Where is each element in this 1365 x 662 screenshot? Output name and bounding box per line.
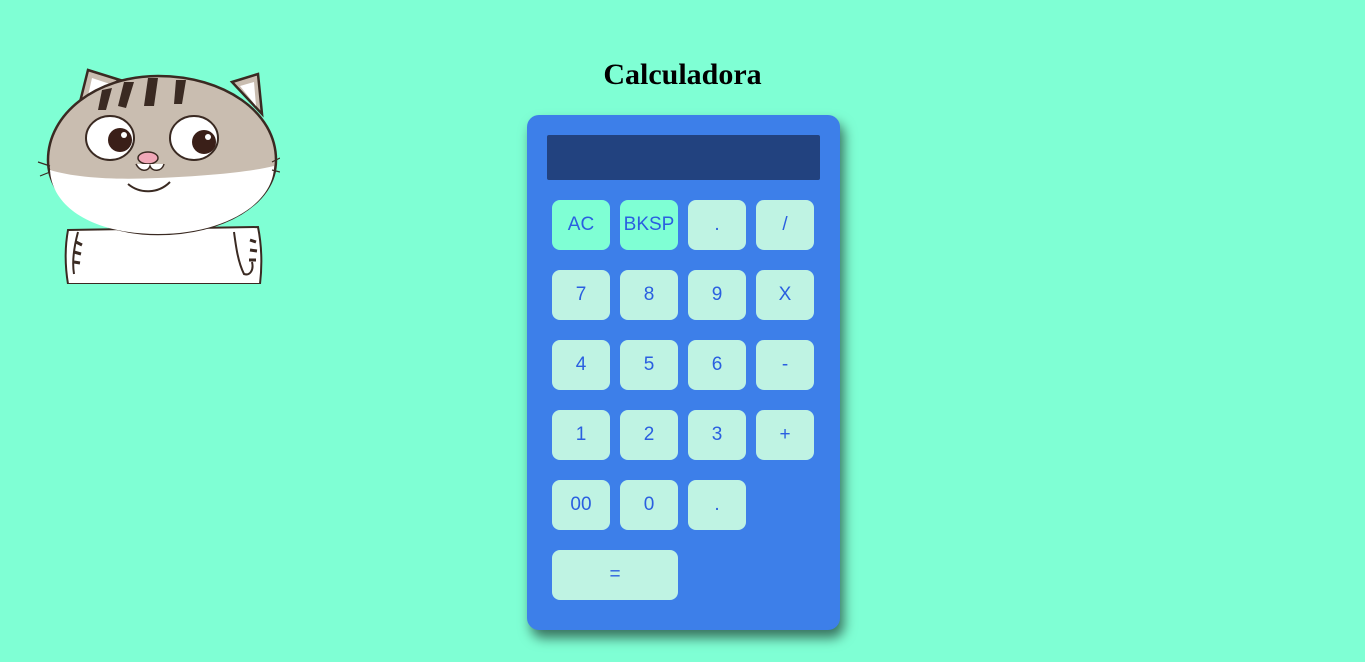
divide-button[interactable]: / [756, 200, 814, 250]
clear-button[interactable]: AC [552, 200, 610, 250]
digit-6-button[interactable]: 6 [688, 340, 746, 390]
digit-0-button[interactable]: 0 [620, 480, 678, 530]
digit-3-button[interactable]: 3 [688, 410, 746, 460]
double-zero-button[interactable]: 00 [552, 480, 610, 530]
calculator: AC BKSP . / 7 8 9 X 4 5 6 - 1 2 3 + 00 0… [527, 115, 840, 630]
digit-7-button[interactable]: 7 [552, 270, 610, 320]
calculator-display [547, 135, 820, 180]
digit-4-button[interactable]: 4 [552, 340, 610, 390]
digit-1-button[interactable]: 1 [552, 410, 610, 460]
subtract-button[interactable]: - [756, 340, 814, 390]
multiply-button[interactable]: X [756, 270, 814, 320]
decimal-button-bottom[interactable]: . [688, 480, 746, 530]
digit-2-button[interactable]: 2 [620, 410, 678, 460]
decimal-button-top[interactable]: . [688, 200, 746, 250]
backspace-button[interactable]: BKSP [620, 200, 678, 250]
add-button[interactable]: + [756, 410, 814, 460]
digit-5-button[interactable]: 5 [620, 340, 678, 390]
equals-button[interactable]: = [552, 550, 678, 600]
digit-8-button[interactable]: 8 [620, 270, 678, 320]
digit-9-button[interactable]: 9 [688, 270, 746, 320]
cat-icon [37, 68, 280, 284]
